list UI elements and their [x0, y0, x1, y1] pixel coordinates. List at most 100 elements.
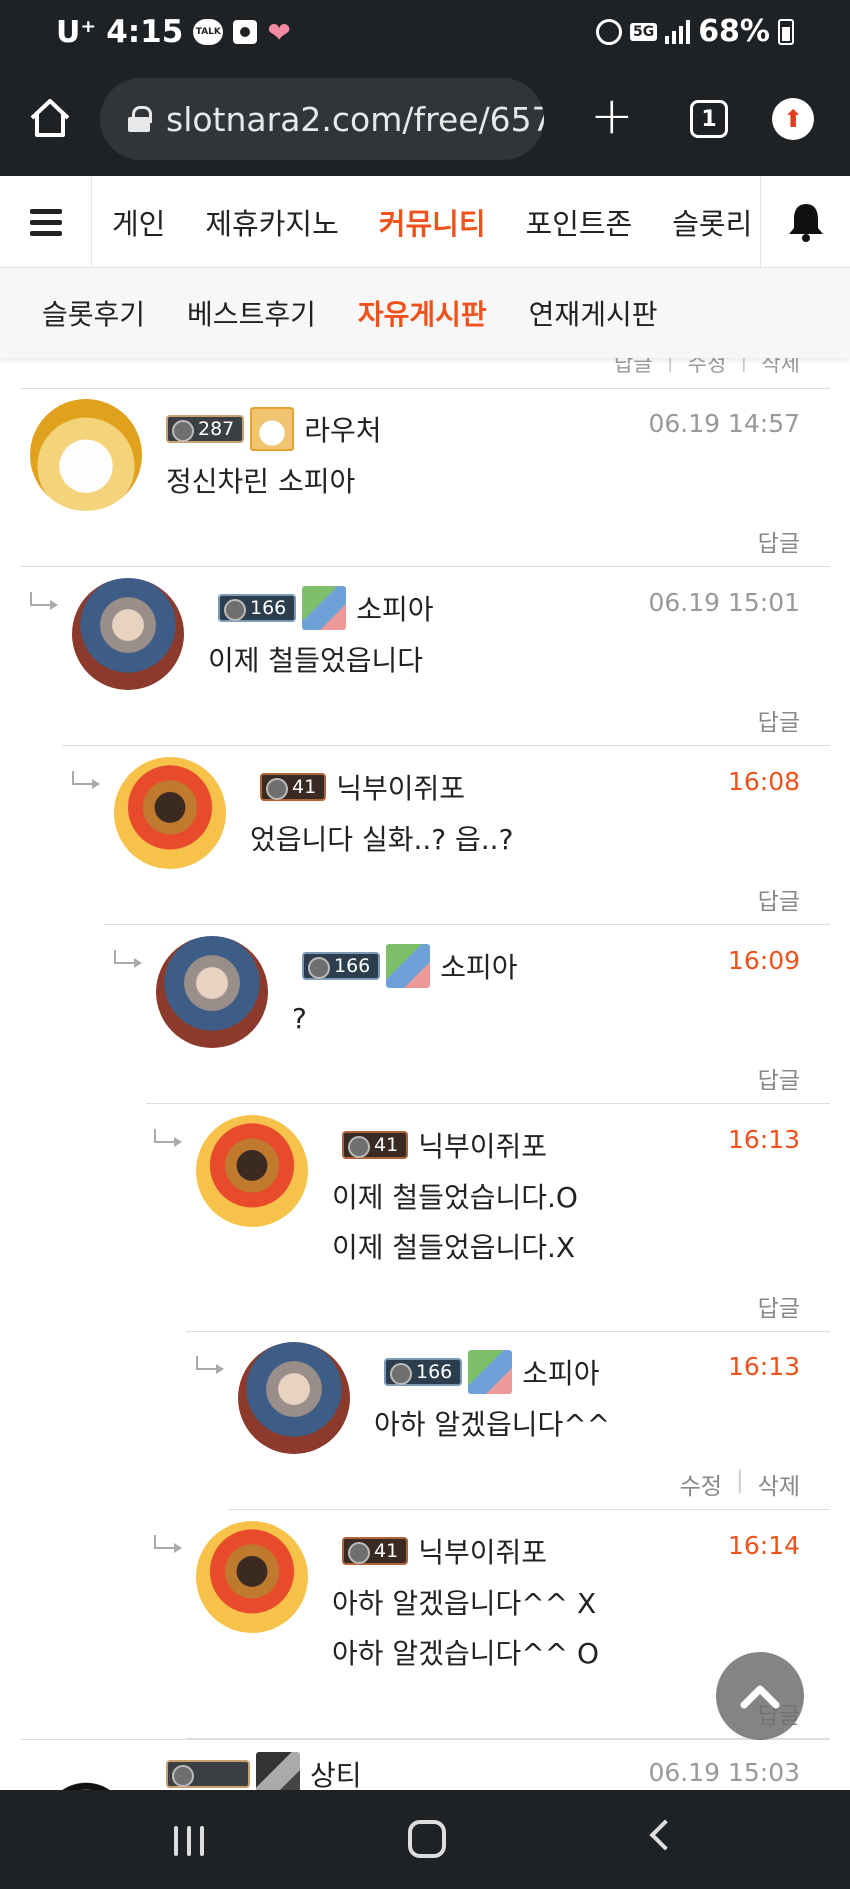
comment-body: 아하 알겠읍니다^^ X 아하 알겠습니다^^ O: [332, 1587, 600, 1670]
comment-item: 166 소피아 06.19 15:01 이제 철들었읍니다 답글: [30, 568, 830, 746]
comment-time: 06.19 15:01: [648, 588, 800, 617]
edit-link[interactable]: 수정: [680, 1467, 722, 1501]
nav-item-game[interactable]: 게인: [112, 201, 165, 243]
reply-arrow-icon: [154, 1129, 182, 1147]
nickname[interactable]: 닉부이쥐포: [336, 767, 465, 807]
reply-link[interactable]: 답글: [758, 524, 800, 558]
comment-time: 16:09: [727, 946, 800, 975]
hamburger-icon[interactable]: [0, 176, 92, 268]
nickname[interactable]: 닉부이쥐포: [418, 1125, 547, 1165]
nav-item-community[interactable]: 커뮤니티: [379, 201, 486, 243]
home-button-icon[interactable]: [408, 1820, 446, 1858]
comment-body: ?: [292, 1002, 307, 1035]
comment-body: 정신차린 소피아: [166, 465, 356, 498]
battery-percent: 68%: [698, 14, 770, 49]
nav-item-point-zone[interactable]: 포인트존: [526, 201, 633, 243]
new-tab-plus-icon[interactable]: +: [590, 90, 634, 142]
avatar[interactable]: [238, 1342, 350, 1454]
board-tabs: 슬롯후기 베스트후기 자유게시판 연재게시판: [0, 268, 850, 358]
avatar[interactable]: [72, 578, 184, 690]
clock: 4:15: [106, 14, 184, 50]
level-badge: [166, 1760, 250, 1788]
member-badge-image: [468, 1350, 513, 1394]
nav-item-slot[interactable]: 슬롯리: [672, 201, 752, 243]
reply-link[interactable]: 답글: [758, 1289, 800, 1323]
reply-link[interactable]: 답글: [758, 1061, 800, 1095]
address-bar[interactable]: slotnara2.com/free/657: [100, 78, 544, 160]
avatar[interactable]: [196, 1521, 308, 1633]
reply-arrow-icon: [154, 1535, 182, 1553]
nickname[interactable]: 소피아: [440, 946, 517, 986]
alarm-icon: [595, 18, 622, 45]
network-5g-icon: 5G: [629, 22, 658, 41]
level-badge: 166: [384, 1358, 463, 1386]
recent-apps-icon[interactable]: [174, 1826, 204, 1856]
bell-icon[interactable]: [760, 176, 850, 268]
level-badge: 166: [218, 594, 297, 622]
avatar[interactable]: [156, 936, 268, 1048]
nickname[interactable]: 라우처: [304, 409, 381, 449]
comment-item: 41 닉부이쥐포 16:08 었읍니다 실화..? 읍..? 답글: [72, 747, 830, 925]
avatar[interactable]: [196, 1115, 308, 1227]
level-badge: 166: [302, 952, 381, 980]
scroll-to-top-button[interactable]: [716, 1652, 804, 1740]
url-text: slotnara2.com/free/657: [166, 99, 544, 139]
reply-arrow-icon: [30, 592, 58, 610]
browser-toolbar: slotnara2.com/free/657 + 1 ⬆: [0, 70, 850, 176]
delete-link[interactable]: 삭제: [761, 358, 800, 378]
comment-time: 06.19 14:57: [648, 409, 800, 438]
nav-item-partner-casino[interactable]: 제휴카지노: [205, 201, 338, 243]
home-icon[interactable]: [28, 96, 72, 140]
reply-link[interactable]: 답글: [614, 358, 653, 378]
comment-item: 166 소피아 16:09 ? 답글: [114, 926, 830, 1104]
comment-time: 16:13: [727, 1125, 800, 1154]
delete-link[interactable]: 삭제: [758, 1467, 800, 1501]
carrier-label: U⁺: [56, 14, 97, 50]
comment-time: 06.19 15:03: [648, 1758, 800, 1787]
nickname[interactable]: 소피아: [522, 1352, 599, 1392]
edit-link[interactable]: 수정: [688, 358, 727, 378]
update-menu-icon[interactable]: ⬆: [772, 98, 814, 140]
comment-time: 16:08: [727, 767, 800, 796]
comment-time: 16:14: [727, 1531, 800, 1560]
system-nav-bar: [0, 1790, 850, 1889]
comment-body: 었읍니다 실화..? 읍..?: [250, 823, 514, 856]
signal-icon: [665, 19, 691, 44]
tabs-button[interactable]: 1: [690, 100, 728, 138]
reply-arrow-icon: [196, 1356, 224, 1374]
comment-body: 아하 알겠읍니다^^: [374, 1408, 611, 1441]
nickname[interactable]: 상티: [310, 1754, 362, 1790]
cutoff-comment-actions: 답글 | 수정 | 삭제: [614, 358, 800, 378]
site-nav: 게인 제휴카지노 커뮤니티 포인트존 슬롯리: [0, 176, 850, 268]
battery-icon: [778, 18, 794, 45]
heart-notification-icon: ❤: [267, 15, 291, 49]
avatar[interactable]: [114, 757, 226, 869]
tab-free-board[interactable]: 자유게시판: [358, 293, 487, 333]
lock-icon: [128, 106, 152, 132]
avatar[interactable]: [30, 399, 142, 511]
reply-link[interactable]: 답글: [758, 882, 800, 916]
level-badge: 287: [166, 415, 245, 443]
nickname[interactable]: 소피아: [356, 588, 433, 628]
back-icon[interactable]: [649, 1819, 681, 1851]
member-badge-image: [386, 944, 431, 988]
reply-link[interactable]: 답글: [758, 703, 800, 737]
level-badge: 41: [342, 1537, 409, 1565]
comment-item: 287 라우처 06.19 14:57 정신차린 소피아 답글: [20, 389, 830, 567]
tab-serial-board[interactable]: 연재게시판: [529, 293, 658, 333]
talk-notification-icon: TALK: [193, 19, 224, 45]
reply-arrow-icon: [72, 771, 100, 789]
chevron-up-icon: [740, 1685, 780, 1709]
reply-arrow-icon: [114, 950, 142, 968]
comment-time: 16:13: [727, 1352, 800, 1381]
avatar[interactable]: [30, 1758, 142, 1790]
member-badge-image: [302, 586, 347, 630]
tab-best-reviews[interactable]: 베스트후기: [187, 293, 316, 333]
status-bar: U⁺ 4:15 TALK ❤ 5G 68%: [0, 0, 850, 70]
tab-slot-reviews[interactable]: 슬롯후기: [42, 293, 145, 333]
member-badge-image: [250, 407, 295, 451]
nickname[interactable]: 닉부이쥐포: [418, 1531, 547, 1571]
member-badge-image: [256, 1752, 300, 1790]
level-badge: 41: [260, 773, 327, 801]
app-notification-icon: [233, 20, 258, 44]
